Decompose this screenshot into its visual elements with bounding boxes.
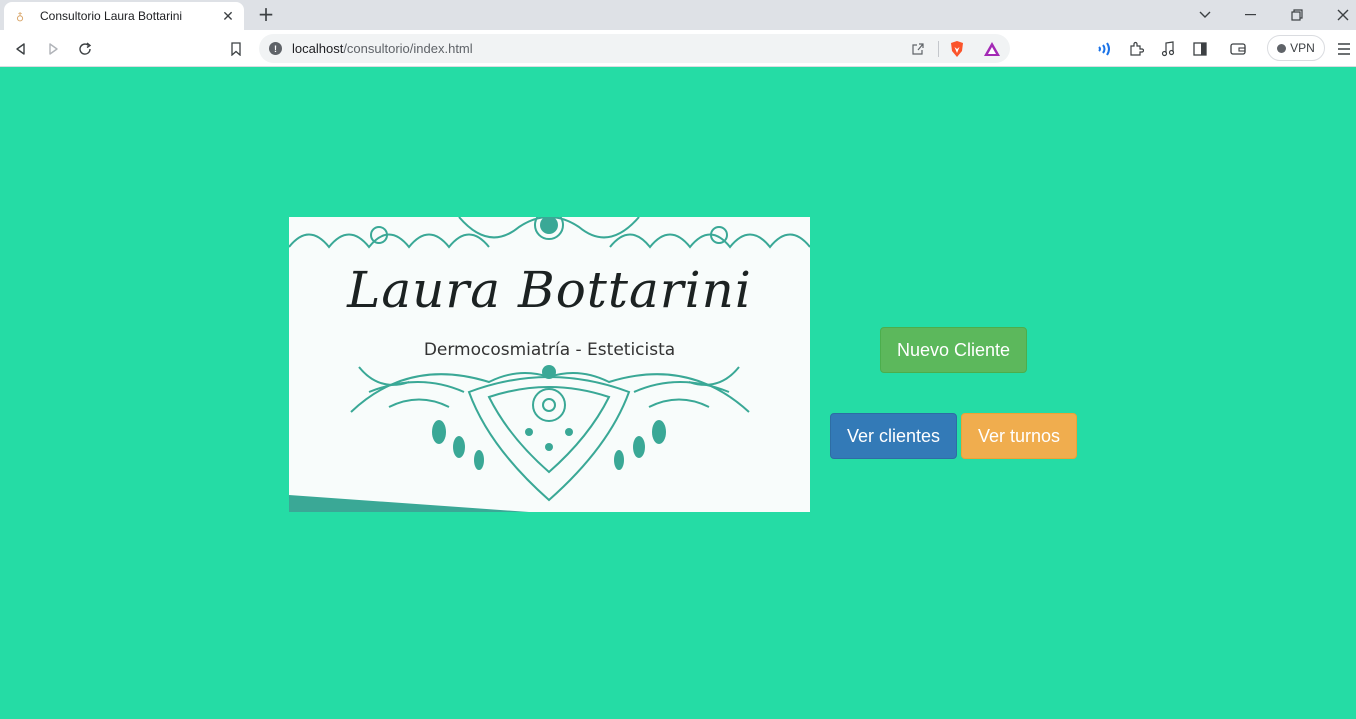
brave-rewards-icon[interactable]: [982, 39, 1002, 59]
share-icon[interactable]: [908, 39, 928, 59]
site-info-icon[interactable]: !: [269, 42, 282, 55]
view-clients-button[interactable]: Ver clientes: [830, 413, 957, 459]
new-client-button[interactable]: Nuevo Cliente: [880, 327, 1027, 373]
close-window-icon[interactable]: [1332, 4, 1354, 26]
vpn-label: VPN: [1290, 41, 1315, 55]
menu-icon[interactable]: [1333, 38, 1355, 60]
sidebar-toggle-icon[interactable]: [1189, 38, 1211, 60]
minimize-icon[interactable]: [1240, 4, 1262, 26]
view-turns-button[interactable]: Ver turnos: [961, 413, 1077, 459]
wallet-icon[interactable]: [1227, 38, 1249, 60]
browser-tab[interactable]: ♁ Consultorio Laura Bottarini ✕: [4, 2, 244, 30]
tab-search-chevron-icon[interactable]: [1194, 4, 1216, 26]
close-tab-icon[interactable]: ✕: [220, 8, 236, 24]
omnibox-divider: [938, 41, 939, 57]
brave-shields-icon[interactable]: [947, 39, 967, 59]
back-icon[interactable]: [10, 38, 32, 60]
tab-strip: ♁ Consultorio Laura Bottarini ✕ +: [0, 0, 1356, 30]
browser-toolbar: ! localhost/consultorio/index.html VPN: [0, 30, 1356, 67]
vpn-button[interactable]: VPN: [1267, 35, 1325, 61]
reload-icon[interactable]: [74, 38, 96, 60]
vpn-status-icon: [1277, 43, 1287, 53]
extensions-icon[interactable]: [1125, 38, 1147, 60]
bookmark-icon[interactable]: [225, 38, 247, 60]
leaf-favicon-icon: ♁: [15, 9, 25, 23]
logo-image: Laura Bottarini Dermocosmiatría - Esteti…: [289, 217, 810, 512]
address-bar[interactable]: ! localhost/consultorio/index.html: [259, 34, 1010, 63]
speedreader-icon[interactable]: [1093, 38, 1115, 60]
url-text[interactable]: localhost/consultorio/index.html: [292, 41, 473, 56]
new-tab-icon[interactable]: +: [256, 2, 276, 26]
logo-name: Laura Bottarini: [347, 261, 752, 319]
forward-icon[interactable]: [42, 38, 64, 60]
tab-title: Consultorio Laura Bottarini: [40, 9, 183, 23]
logo-subtitle: Dermocosmiatría - Esteticista: [423, 340, 676, 360]
media-controls-icon[interactable]: [1157, 38, 1179, 60]
restore-icon[interactable]: [1286, 4, 1308, 26]
